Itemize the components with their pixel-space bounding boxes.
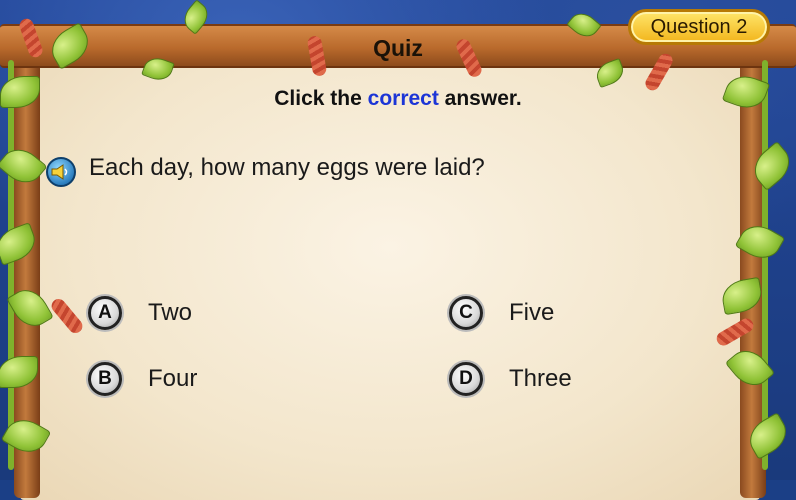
- option-letter-badge[interactable]: D: [449, 362, 483, 396]
- speaker-icon[interactable]: [46, 157, 76, 187]
- option-b[interactable]: B Four: [88, 359, 197, 399]
- option-text[interactable]: Two: [148, 299, 192, 327]
- option-text[interactable]: Five: [509, 299, 554, 327]
- option-text[interactable]: Three: [509, 365, 572, 393]
- option-d[interactable]: D Three: [449, 359, 572, 399]
- question-number-badge: Question 2: [628, 9, 770, 45]
- option-text[interactable]: Four: [148, 365, 197, 393]
- instruction-after: answer.: [438, 87, 522, 110]
- instruction-highlight: correct: [367, 87, 439, 110]
- option-letter-badge[interactable]: C: [449, 296, 483, 330]
- option-c[interactable]: C Five: [449, 293, 554, 333]
- instruction-text: Click the correct answer.: [0, 87, 796, 111]
- instruction-before: Click the: [274, 87, 368, 110]
- speaker-glyph: [51, 164, 68, 180]
- vine-decoration: [762, 60, 768, 470]
- option-letter-badge[interactable]: A: [88, 296, 122, 330]
- vine-decoration: [8, 60, 14, 470]
- option-a[interactable]: A Two: [88, 293, 192, 333]
- question-text: Each day, how many eggs were laid?: [89, 154, 485, 181]
- option-letter-badge[interactable]: B: [88, 362, 122, 396]
